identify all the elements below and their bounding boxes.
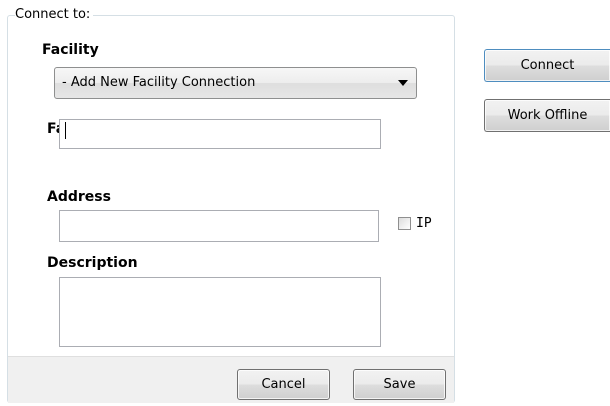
ip-checkbox[interactable]	[398, 217, 411, 230]
connect-button[interactable]: Connect	[484, 49, 610, 82]
description-textarea[interactable]	[59, 277, 381, 347]
facility-select-label: Facility	[42, 42, 99, 58]
cancel-button[interactable]: Cancel	[237, 369, 330, 400]
facility-select[interactable]: - Add New Facility Connection	[54, 67, 417, 99]
address-input[interactable]	[59, 210, 379, 242]
address-label: Address	[47, 189, 111, 205]
ip-checkbox-label[interactable]: IP	[416, 216, 432, 231]
facility-name-input[interactable]	[59, 119, 381, 149]
description-label: Description	[47, 255, 138, 271]
connect-dialog: Connect to: Facility - Add New Facility …	[0, 0, 610, 406]
facility-select-value: - Add New Facility Connection	[62, 75, 256, 90]
chevron-down-icon	[398, 80, 408, 86]
text-caret	[65, 122, 66, 139]
work-offline-button[interactable]: Work Offline	[484, 99, 610, 132]
group-title: Connect to:	[15, 7, 94, 23]
save-button[interactable]: Save	[353, 369, 446, 400]
